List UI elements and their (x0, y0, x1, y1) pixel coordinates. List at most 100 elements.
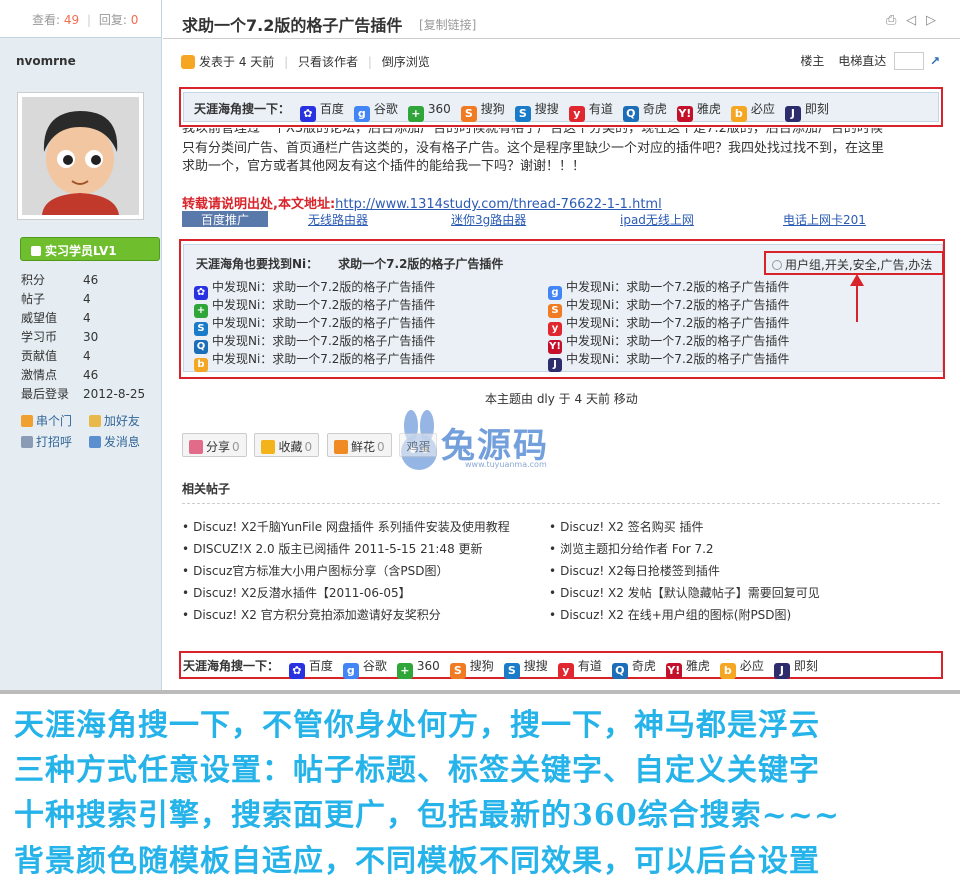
favorite-button[interactable]: 收藏 0 (254, 433, 320, 457)
stat-row: 学习币 30 (21, 330, 99, 344)
found-link[interactable]: + 中发现Ni：求助一个7.2版的格子广告插件 (194, 296, 435, 318)
related-list-right: • Discuz! X2 签名购买 插件 • 浏览主题扣分给作者 For 7.2 •… (549, 518, 820, 628)
found-link[interactable]: S 中发现Ni：求助一个7.2版的格子广告插件 (548, 296, 789, 318)
search-engine-link[interactable]: ✿ 百度 (288, 657, 333, 679)
search-engine-link[interactable]: g 谷歌 (342, 657, 387, 679)
found-list-right: g 中发现Ni：求助一个7.2版的格子广告插件 S 中发现Ni：求助一个7.2版的格子… (548, 278, 789, 372)
greet-link[interactable]: 打招呼 (21, 433, 85, 454)
list-item[interactable]: • Discuz! X2 签名购买 插件 (549, 518, 820, 540)
rank-icon (31, 246, 41, 256)
list-item[interactable]: • Discuz! X2千脑YunFile 网盘插件 系列插件安装及使用教程 (182, 518, 510, 540)
engine-logo-icon: g (353, 106, 370, 122)
engine-row: 天涯海角搜一下： ✿ 百度 g 谷歌 +360 S 搜狗 S 搜搜 y 有道 Q 奇虎 Y! 雅虎 b 必应 J 即… (181, 653, 941, 679)
engine-logo-icon: ✿ (288, 663, 305, 679)
search-engine-link[interactable]: J 即刻 (773, 657, 818, 679)
username-link[interactable]: nvomrne (16, 54, 76, 68)
search-engine-link[interactable]: S 搜狗 (449, 657, 494, 679)
flower-button[interactable]: 鲜花 0 (326, 433, 392, 457)
print-icon[interactable]: ⎙ (886, 13, 896, 28)
engine-logo-icon: + (407, 106, 424, 122)
content-line: 只有分类间广告、首页通栏广告这类的，没有格子广告。这个是程序里缺少一个对应的插件… (182, 141, 885, 156)
related-title: 相关帖子 (182, 482, 231, 496)
add-friend-link[interactable]: 加好友 (88, 412, 153, 433)
list-item[interactable]: • Discuz! X2每日抢楼签到插件 (549, 562, 820, 584)
search-engine-link[interactable]: Y! 雅虎 (665, 657, 710, 679)
source-label: 转载请说明出处,本文地址: (182, 197, 336, 212)
search-engine-link[interactable]: S 搜搜 (503, 657, 548, 679)
found-link[interactable]: Y! 中发现Ni：求助一个7.2版的格子广告插件 (548, 332, 789, 354)
list-item[interactable]: • Discuz! X2反潜水插件【2011-06-05】 (182, 584, 510, 606)
share-button[interactable]: 分享 0 (182, 433, 247, 457)
list-item[interactable]: • Discuz! X2 在线+用户组的图标(附PSD图) (549, 606, 820, 628)
engine-logo-icon: Y! (676, 106, 693, 122)
stat-row: 帖子 4 (21, 292, 91, 306)
greet-icon (21, 436, 33, 448)
user-profile-stats: 积分 46 帖子 4 威望值 4 学习币 30 贡献值 4 激情点 46 最后登录 2012-… (21, 271, 151, 404)
list-item[interactable]: • 浏览主题扣分给作者 For 7.2 (549, 540, 820, 562)
found-link[interactable]: y 中发现Ni：求助一个7.2版的格子广告插件 (548, 314, 789, 336)
ad-link[interactable]: 电话上网卡201 (783, 211, 866, 228)
thread-title: 求助一个7.2版的格子广告插件 (182, 16, 403, 35)
next-thread-icon[interactable]: ▷ (926, 13, 936, 28)
search-engine-link[interactable]: J 即刻 (784, 100, 829, 122)
go-icon[interactable]: ↗ (930, 54, 940, 68)
rank-badge: 实习学员LV1 (20, 237, 160, 261)
list-item[interactable]: • DISCUZ!X 2.0 版主已阅插件 2011-5-15 21:48 更新 (182, 540, 510, 562)
visit-link[interactable]: 串个门 (21, 412, 85, 433)
list-item[interactable]: • Discuz! X2 官方积分竞拍添加邀请好友奖积分 (182, 606, 510, 628)
divider (163, 38, 960, 39)
engine-row: 天涯海角搜一下： ✿ 百度 g 谷歌 +360 S 搜狗 S 搜搜 y 有道 Q 奇虎 Y! 雅虎 b 必应 J 即… (183, 92, 939, 122)
search-engine-link[interactable]: y 有道 (568, 100, 613, 122)
promo-line: 背景颜色随模板自适应，不同模板不同效果，可以后台设置 (14, 844, 820, 879)
search-engine-link[interactable]: Q 奇虎 (611, 657, 656, 679)
source-url[interactable]: http://www.1314study.com/thread-76622-1-… (335, 197, 662, 212)
search-engine-link[interactable]: g 谷歌 (353, 100, 398, 122)
prev-thread-icon[interactable]: ◁ (906, 13, 916, 28)
ad-link[interactable]: 迷你3g路由器 (451, 211, 526, 228)
egg-button[interactable]: 鸡蛋 (399, 433, 438, 457)
found-link[interactable]: S 中发现Ni：求助一个7.2版的格子广告插件 (194, 314, 435, 336)
content-line: 求助一个，官方或者其他网友有这个插件的能给我一下吗？谢谢！！！ (182, 159, 586, 174)
engine-logo-icon: S (503, 663, 520, 679)
engine-logo-icon: + (396, 663, 413, 679)
search-engine-link[interactable]: +360 (396, 659, 440, 679)
search-bar-bottom: 天涯海角搜一下： ✿ 百度 g 谷歌 +360 S 搜狗 S 搜搜 y 有道 Q 奇虎 Y! 雅虎 b 必应 J 即… (179, 651, 943, 679)
ad-link[interactable]: ipad无线上网 (620, 211, 694, 228)
author-only-link[interactable]: 只看该作者 (298, 55, 358, 69)
user-sidebar: 查看: 49 | 回复: 0 nvomrne 实习学员LV1 积分 46 帖子 … (0, 0, 162, 690)
envelope-icon (88, 436, 101, 448)
found-link[interactable]: ✿ 中发现Ni：求助一个7.2版的格子广告插件 (194, 278, 435, 300)
reverse-order-link[interactable]: 倒序浏览 (382, 55, 430, 69)
search-engine-link[interactable]: Y! 雅虎 (676, 100, 721, 122)
engine-list: ✿ 百度 g 谷歌 +360 S 搜狗 S 搜搜 y 有道 Q 奇虎 Y! 雅虎 b 必应 J 即刻 (299, 102, 839, 122)
found-link[interactable]: Q 中发现Ni：求助一个7.2版的格子广告插件 (194, 332, 435, 354)
views-count: 49 (63, 13, 80, 27)
search-engine-link[interactable]: +360 (407, 102, 451, 122)
search-engine-link[interactable]: S 搜搜 (514, 100, 559, 122)
list-item[interactable]: • Discuz官方标准大小用户图标分享（含PSD图） (182, 562, 510, 584)
copy-link[interactable]: [复制链接] (419, 16, 476, 33)
post-actions: 分享 0 收藏 0 鲜花 0 鸡蛋 (182, 433, 441, 457)
avatar[interactable] (17, 92, 144, 220)
found-link[interactable]: g 中发现Ni：求助一个7.2版的格子广告插件 (548, 278, 789, 300)
content-line: 我以前管理过一个X3版的论坛，后台添加广告的时候就有格子广告这个分类的，现在这个… (182, 128, 883, 136)
search-engine-link[interactable]: ✿ 百度 (299, 100, 344, 122)
ad-link[interactable]: 百度推广 (182, 211, 268, 227)
search-engine-link[interactable]: S 搜狗 (460, 100, 505, 122)
heart-icon (189, 440, 203, 454)
floor-jump-input[interactable] (894, 52, 925, 70)
stat-row: 贡献值 4 (21, 349, 91, 363)
search-engine-link[interactable]: b 必应 (730, 100, 775, 122)
found-link[interactable]: J 中发现Ni：求助一个7.2版的格子广告插件 (548, 350, 789, 372)
send-message-link[interactable]: 发消息 (88, 433, 153, 454)
found-link[interactable]: b 中发现Ni：求助一个7.2版的格子广告插件 (194, 350, 435, 372)
forum-screenshot: 查看: 49 | 回复: 0 nvomrne 实习学员LV1 积分 46 帖子 … (0, 0, 960, 690)
ad-link[interactable]: 无线路由器 (308, 211, 368, 228)
list-item[interactable]: • Discuz! X2 发帖【默认隐藏帖子】需要回复可见 (549, 584, 820, 606)
search-engine-link[interactable]: Q 奇虎 (622, 100, 667, 122)
engine-logo-icon: ✿ (299, 106, 316, 122)
promo-text: 天涯海角搜一下，不管你身处何方，搜一下，神马都是浮云 三种方式任意设置：帖子标题… (0, 700, 960, 880)
search-engine-link[interactable]: b 必应 (719, 657, 764, 679)
search-engine-link[interactable]: y 有道 (557, 657, 602, 679)
found-list-left: ✿ 中发现Ni：求助一个7.2版的格子广告插件 + 中发现Ni：求助一个7.2版的格子… (194, 278, 435, 372)
